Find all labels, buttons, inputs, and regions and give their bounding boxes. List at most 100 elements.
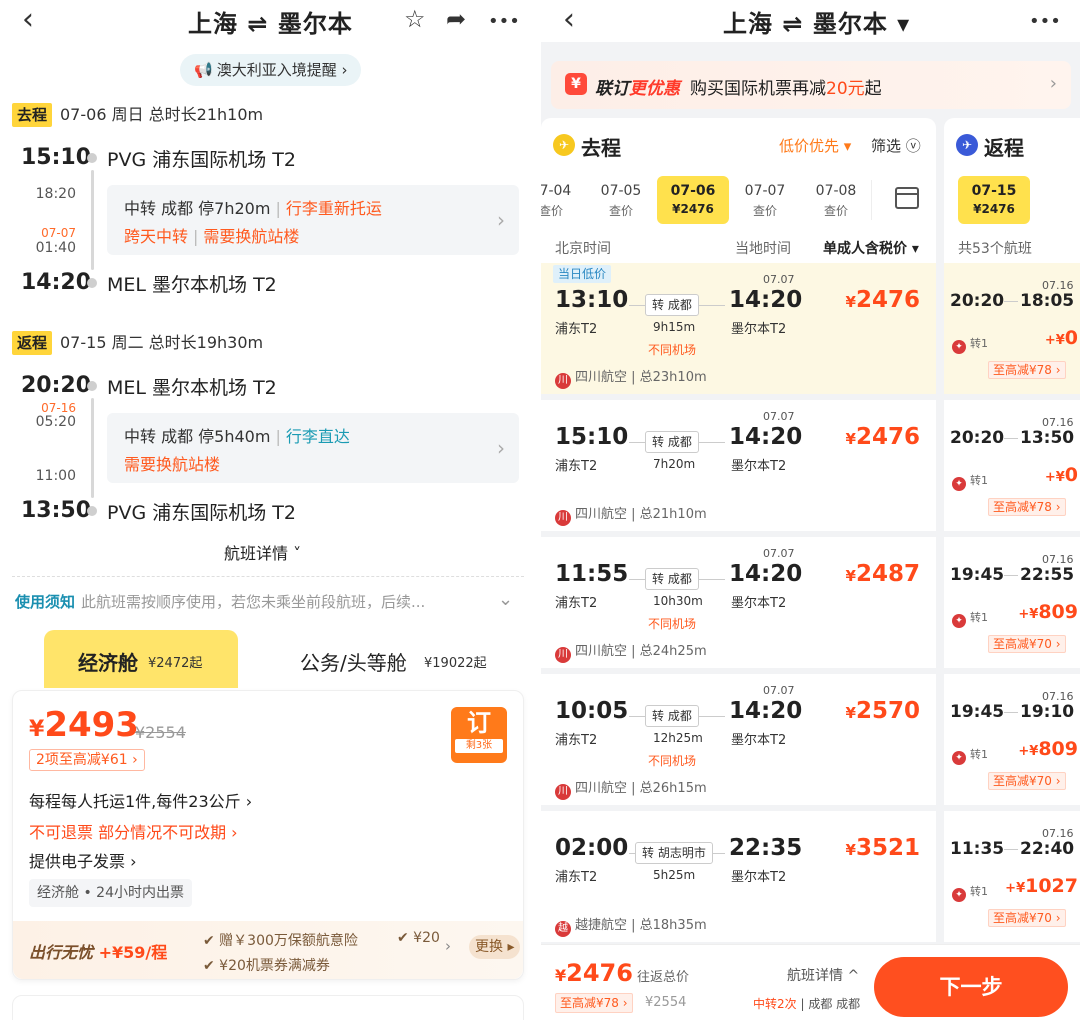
filter-button[interactable]: 筛选 ⓥ	[871, 135, 921, 156]
back-icon[interactable]: ‹	[563, 5, 575, 35]
date-cell[interactable]: 07-04 查价	[541, 176, 587, 224]
return-flight-row[interactable]: 07.16 20:20 18:05 ✦ 转1 +¥0 至高减¥78 ›	[944, 263, 1080, 400]
return-dep-time: 20:20	[21, 373, 92, 398]
perk-bar[interactable]: 出行无忧 +¥59/程 ✔ 赠￥300万保额航意险 ✔ ¥20 ✔ ¥20机票券…	[13, 921, 523, 979]
tab-economy[interactable]	[44, 630, 238, 688]
discount-tag[interactable]: 至高减¥78 ›	[988, 361, 1066, 379]
return-meta: 07-15 周二 总时长19h30m	[60, 333, 264, 352]
timeline-dot	[87, 506, 97, 516]
date-price: 查价	[823, 204, 848, 218]
transfer-badge: 转 胡志明市	[635, 842, 713, 864]
price-diff-amount: 0	[1064, 327, 1078, 349]
discount-tag[interactable]: 至高减¥78 ›	[555, 993, 633, 1013]
airline-info: 川四川航空 | 总21h10m	[555, 503, 707, 526]
divider	[871, 180, 872, 220]
return-transfer-box[interactable]: 中转 成都 停5h40m | 行李直达 需要换航站楼 ›	[107, 413, 519, 483]
flight-detail-link[interactable]: 航班详情 ˅	[224, 540, 301, 564]
date-price: ¥2476	[973, 202, 1015, 216]
more-icon[interactable]: •••	[488, 8, 520, 36]
return-flight-row[interactable]: 07.16 19:45 22:55 ✦ 转1 +¥809 至高减¥70 ›	[944, 537, 1080, 674]
date-label: 07-05	[600, 183, 642, 199]
baggage-through: 行李直达	[285, 427, 350, 446]
dep-time: 10:05	[555, 698, 629, 724]
airline-logo-icon: ✦	[952, 614, 966, 628]
discount-tag[interactable]: 2项至高减¥61 ›	[29, 749, 145, 771]
discount-tag[interactable]: 至高减¥78 ›	[988, 498, 1066, 516]
different-airport-warning: 不同机场	[648, 617, 697, 631]
promo-brand-accent: 更优惠	[629, 79, 680, 99]
dep-time: 20:20	[950, 428, 1005, 448]
route-line	[1004, 575, 1018, 576]
stop-info: ✦ 转1	[952, 746, 988, 765]
baggage-policy[interactable]: 每程每人托运1件,每件23公斤 ›	[29, 788, 252, 812]
change-perk-button[interactable]: 更换 ▸	[469, 935, 521, 959]
entry-notice-label: 澳大利亚入境提醒 ›	[216, 61, 348, 79]
coupon-icon: ¥	[565, 73, 587, 95]
date-cell[interactable]: 07-05 查价	[585, 176, 657, 224]
promo-text: 联订更优惠 购买国际机票再减20元起	[595, 74, 882, 99]
star-icon[interactable]: ☆	[404, 5, 426, 33]
chevron-right-icon[interactable]: ›	[445, 937, 451, 955]
flight-price-amount: 3521	[855, 835, 920, 861]
airline-logo-icon: 川	[555, 373, 571, 389]
airline-logo-icon: 越	[555, 921, 571, 937]
perk-item: ✔ 赠￥300万保额航意险	[203, 933, 358, 949]
return-flight-row[interactable]: 07.16 19:45 19:10 ✦ 转1 +¥809 至高减¥70 ›	[944, 674, 1080, 811]
more-icon[interactable]: •••	[1029, 8, 1061, 36]
arr-date: 07.07	[763, 547, 795, 560]
invoice-info[interactable]: 提供电子发票 ›	[29, 848, 137, 872]
dep-airport: 浦东T2	[555, 322, 598, 337]
discount-tag[interactable]: 至高减¥70 ›	[988, 772, 1066, 790]
chevron-right-icon: ›	[497, 436, 505, 460]
terminal-change: 需要换航站楼	[124, 455, 221, 474]
header-bar: ‹ 上海 ⇌ 墨尔本 ☆ ➦ •••	[0, 0, 536, 40]
perk-title: 出行无忧 +¥59/程	[29, 939, 167, 963]
sort-dropdown[interactable]: 低价优先 ▾	[779, 135, 851, 156]
outbound-transfer-box[interactable]: 中转 成都 停7h20m | 行李重新托运 跨天中转 | 需要换航站楼 ›	[107, 185, 519, 255]
next-step-button[interactable]: 下一步	[874, 957, 1068, 1017]
usage-notice[interactable]: 使用须知 此航班需按顺序使用，若您未乘坐前段航班，后续...	[15, 591, 525, 612]
flight-price: ¥2476	[845, 287, 920, 313]
total-amount: 2476	[566, 959, 633, 987]
flight-row[interactable]: 15:10 浦东T2 转 成都 7h20m 07.07 14:20 墨尔本T2 ¥2476 川四…	[541, 400, 936, 537]
flight-row[interactable]: 11:55 浦东T2 转 成都 10h30m 不同机场 07.07 14:20 墨尔本T2 ¥2…	[541, 537, 936, 674]
terminal-change: 需要换航站楼	[203, 227, 300, 246]
date-cell[interactable]: 07-07 查价	[729, 176, 801, 224]
refund-policy[interactable]: 不可退票 部分情况不可改期 ›	[29, 819, 238, 843]
entry-notice-pill[interactable]: 📢 澳大利亚入境提醒 ›	[180, 54, 362, 86]
arr-time: 14:20	[729, 287, 803, 313]
back-icon[interactable]: ‹	[22, 5, 34, 35]
return-flight-row[interactable]: 07.16 20:20 13:50 ✦ 转1 +¥0 至高减¥78 ›	[944, 400, 1080, 537]
flight-row[interactable]: 当日低价 13:10 浦东T2 转 成都 9h15m 不同机场 07.07 14:20 墨尔本T…	[541, 263, 936, 400]
right-panel: ‹ 上海 ⇌ 墨尔本 ▾ ••• ¥ 联订更优惠 购买国际机票再减20元起 › ✈…	[541, 0, 1080, 1020]
calendar-icon[interactable]	[895, 187, 919, 209]
discount-tag[interactable]: 至高减¥70 ›	[988, 635, 1066, 653]
flight-detail-toggle[interactable]: 航班详情 ^	[787, 965, 859, 985]
airline-logo-icon: ✦	[952, 340, 966, 354]
route-title[interactable]: 上海 ⇌ 墨尔本 ▾	[723, 4, 910, 39]
tab-business-price[interactable]: ¥19022起	[424, 652, 487, 671]
flight-price-amount: 2476	[855, 424, 920, 450]
date-cell-selected[interactable]: 07-15 ¥2476	[958, 176, 1030, 224]
dep-time: 20:20	[950, 291, 1005, 311]
date-cell[interactable]: 07-08 查价	[800, 176, 872, 224]
book-button[interactable]: 订 剩3张	[451, 707, 507, 763]
price-diff-amount: 1027	[1025, 875, 1078, 897]
tab-business-label[interactable]: 公务/头等舱	[300, 647, 407, 676]
price-diff: +¥1027	[1005, 875, 1078, 897]
col-price-sort[interactable]: 单成人含税价 ▾	[823, 238, 919, 258]
airline-info: 越越捷航空 | 总18h35m	[555, 914, 707, 937]
share-icon[interactable]: ➦	[446, 5, 466, 33]
return-flight-row[interactable]: 07.16 11:35 22:40 ✦ 转1 +¥1027 至高减¥70 ›	[944, 811, 1080, 948]
dep-time: 15:10	[555, 424, 629, 450]
date-price: 查价	[541, 204, 563, 218]
flight-row[interactable]: 02:00 浦东T2 转 胡志明市 5h25m 22:35 墨尔本T2 ¥3521 越越捷航空…	[541, 811, 936, 948]
date-cell-selected[interactable]: 07-06 ¥2476	[657, 176, 729, 224]
promo-banner[interactable]: ¥ 联订更优惠 购买国际机票再减20元起 ›	[551, 61, 1071, 109]
chevron-down-icon[interactable]: ⌄	[498, 589, 513, 610]
arr-time: 19:10	[1020, 702, 1075, 722]
outbound-meta: 07-06 周日 总时长21h10m	[60, 105, 264, 124]
transfer-line: 中转 成都 停5h40m | 行李直达	[124, 427, 350, 446]
flight-row[interactable]: 10:05 浦东T2 转 成都 12h25m 不同机场 07.07 14:20 墨尔本T2 ¥2…	[541, 674, 936, 811]
discount-tag[interactable]: 至高减¥70 ›	[988, 909, 1066, 927]
